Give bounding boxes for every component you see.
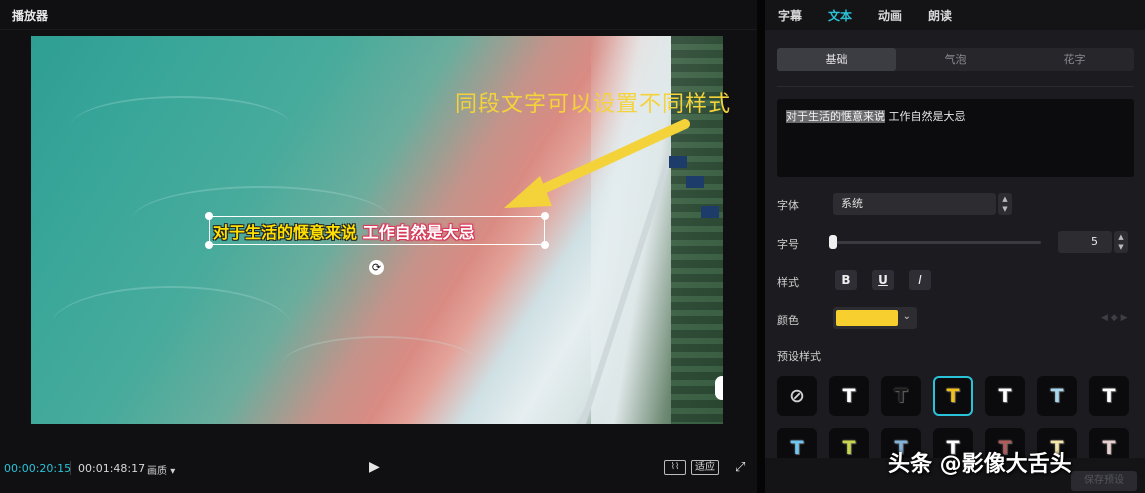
- preset-style-label: 预设样式: [777, 350, 821, 363]
- play-icon: ▶: [369, 459, 380, 475]
- text-style-icon: T: [1102, 385, 1116, 407]
- inspector-panel: 字幕 文本 动画 朗读 基础 气泡 花字 对于生活的惬意来说 工作自然是大忌 字…: [765, 0, 1145, 493]
- tab-read-aloud[interactable]: 朗读: [928, 7, 952, 24]
- bold-button[interactable]: B: [835, 270, 857, 290]
- player-panel: 播放器 同段文字可以设置不同样式 对于生活的惬意来说 工作自然是大忌 ⟳ 00:…: [0, 0, 757, 493]
- chevron-down-icon: ▾: [170, 466, 176, 477]
- preset-style-item[interactable]: T: [1037, 376, 1077, 416]
- text-style-icon: T: [790, 437, 804, 459]
- rotate-icon[interactable]: ⟳: [369, 260, 384, 275]
- player-controls: 00:00:20:15 00:01:48:17 画质 ▾ ▶ ⌇⌇ 适应 ⤢: [0, 455, 757, 483]
- chevron-down-icon: ⌄: [902, 311, 911, 322]
- text-style-icon: T: [946, 385, 960, 407]
- wave: [281, 336, 481, 396]
- tab-animation[interactable]: 动画: [878, 7, 902, 24]
- annotation-arrow: [504, 119, 690, 208]
- fit-button[interactable]: 适应: [691, 460, 719, 475]
- resize-handle[interactable]: [541, 212, 549, 220]
- size-label: 字号: [777, 238, 799, 251]
- text-style-icon: T: [1102, 437, 1116, 459]
- tab-text[interactable]: 文本: [828, 7, 852, 24]
- keyframe-arrows-icon: ◀ ◆ ▶: [1101, 313, 1128, 323]
- size-stepper[interactable]: ▲ ▼: [1114, 231, 1128, 253]
- text-sub-tabs: 基础 气泡 花字: [777, 48, 1134, 71]
- current-timecode: 00:00:20:15: [4, 462, 72, 475]
- resize-handle[interactable]: [205, 241, 213, 249]
- subtitle-part-yellow: 对于生活的惬意来说: [213, 223, 358, 242]
- house: [701, 206, 719, 218]
- preset-style-item[interactable]: ⊘: [777, 376, 817, 416]
- divider: [0, 29, 757, 30]
- chevron-up-icon: ▲: [1118, 233, 1124, 241]
- resize-handle[interactable]: [205, 212, 213, 220]
- chevron-down-icon: ▼: [1118, 243, 1124, 251]
- quality-dropdown[interactable]: 画质 ▾: [147, 462, 175, 477]
- preset-style-item[interactable]: T: [829, 376, 869, 416]
- italic-button[interactable]: I: [909, 270, 931, 290]
- fullscreen-button[interactable]: ⤢: [735, 460, 745, 475]
- quality-label: 画质: [147, 466, 167, 477]
- scrub-handle[interactable]: [715, 376, 723, 400]
- size-slider-track[interactable]: [831, 241, 1041, 244]
- color-label: 颜色: [777, 314, 799, 327]
- text-content-input[interactable]: 对于生活的惬意来说 工作自然是大忌: [777, 99, 1134, 177]
- size-slider-knob[interactable]: [829, 235, 837, 249]
- inspector-tabs: 字幕 文本 动画 朗读: [765, 0, 1145, 30]
- text-style-icon: T: [1050, 385, 1064, 407]
- color-swatch: [836, 310, 898, 326]
- text-style-icon: T: [842, 385, 856, 407]
- play-button[interactable]: ▶: [369, 459, 385, 477]
- chevron-down-icon: ▼: [1002, 205, 1008, 213]
- sub-tab-bubble[interactable]: 气泡: [896, 48, 1015, 71]
- preset-style-item[interactable]: T: [985, 376, 1025, 416]
- chevron-up-icon: ▲: [1002, 195, 1008, 203]
- player-title: 播放器: [12, 9, 49, 23]
- divider: [777, 86, 1134, 87]
- font-select[interactable]: 系统: [833, 193, 996, 215]
- wave: [71, 96, 291, 156]
- sub-tab-fancy[interactable]: 花字: [1015, 48, 1134, 71]
- font-label: 字体: [777, 199, 799, 212]
- divider: [70, 461, 71, 475]
- font-select-stepper[interactable]: ▲ ▼: [998, 193, 1012, 215]
- waveform-icon: ⌇⌇: [670, 462, 680, 472]
- waveform-button[interactable]: ⌇⌇: [664, 460, 686, 475]
- panel-divider[interactable]: [757, 0, 765, 493]
- subtitle-part-red: 工作自然是大忌: [362, 223, 475, 242]
- style-label: 样式: [777, 276, 799, 289]
- preset-style-item[interactable]: T: [881, 376, 921, 416]
- text-style-icon: T: [842, 437, 856, 459]
- save-preset-button[interactable]: 保存预设: [1071, 471, 1137, 491]
- preset-style-item[interactable]: T: [1089, 376, 1129, 416]
- wave: [51, 286, 291, 366]
- resize-handle[interactable]: [541, 241, 549, 249]
- preset-style-item[interactable]: T: [933, 376, 973, 416]
- watermark: 头条 @影像大舌头: [888, 452, 1072, 477]
- tab-subtitle[interactable]: 字幕: [778, 7, 802, 24]
- selected-text: 对于生活的惬意来说: [786, 110, 885, 123]
- color-picker[interactable]: ⌄: [833, 307, 917, 329]
- size-input[interactable]: 5: [1058, 231, 1112, 253]
- sub-tab-basic[interactable]: 基础: [777, 48, 896, 71]
- text-style-icon: T: [998, 385, 1012, 407]
- subtitle-text[interactable]: 对于生活的惬意来说 工作自然是大忌: [213, 219, 475, 243]
- underline-button[interactable]: U: [872, 270, 894, 290]
- unselected-text: 工作自然是大忌: [885, 110, 966, 123]
- no-style-icon: ⊘: [789, 385, 805, 407]
- text-style-icon: T: [894, 385, 908, 407]
- duration-timecode: 00:01:48:17: [78, 462, 146, 475]
- fullscreen-icon: ⤢: [735, 460, 746, 475]
